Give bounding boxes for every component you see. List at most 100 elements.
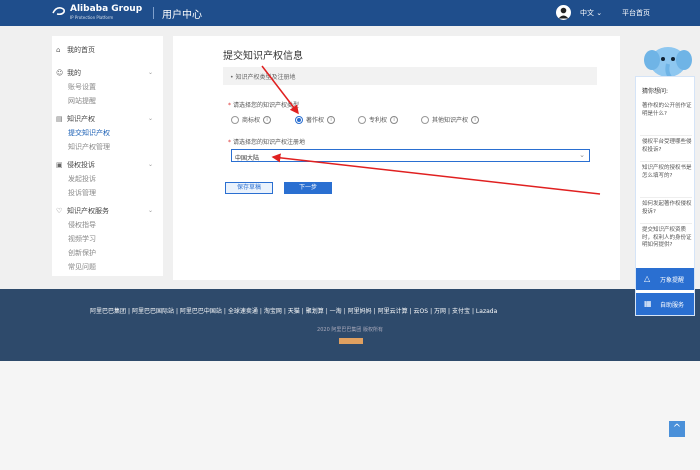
footer-link[interactable]: 聚划算 bbox=[306, 308, 324, 315]
info-icon[interactable]: i bbox=[327, 115, 336, 124]
sidebar-item-submit-ip[interactable]: 提交知识产权 bbox=[68, 128, 110, 138]
radio-button[interactable] bbox=[231, 115, 239, 124]
sidebar-item-infringement-guide[interactable]: 侵权指导 bbox=[68, 220, 96, 230]
sidebar-item-video-learning[interactable]: 视频学习 bbox=[68, 234, 96, 244]
sidebar-section-ip-services[interactable]: ♡ 知识产权服务 bbox=[56, 206, 109, 216]
step-header: • 知识产权类型及注册地 bbox=[223, 67, 597, 85]
footer-link[interactable]: 万网 bbox=[434, 308, 446, 315]
footer-link[interactable]: 阿里巴巴国际站 bbox=[132, 308, 174, 315]
footer-link[interactable]: 云OS bbox=[414, 308, 429, 315]
footer: 阿里巴巴集团 | 阿里巴巴国际站 | 阿里巴巴中国站 | 全球速卖通 | 淘宝网 | 天猫… bbox=[0, 289, 700, 361]
footer-link[interactable]: 阿里巴巴中国站 bbox=[180, 308, 222, 315]
divider bbox=[640, 161, 692, 162]
self-service-button[interactable]: ▦ 自助服务 bbox=[636, 293, 694, 315]
header-divider bbox=[153, 7, 154, 19]
sidebar-section-label: 知识产权服务 bbox=[67, 207, 109, 215]
alibaba-logo-icon[interactable] bbox=[52, 6, 66, 16]
sidebar-item-faq[interactable]: 常见问题 bbox=[68, 262, 96, 272]
language-dropdown[interactable]: 中文 ⌄ bbox=[580, 8, 602, 18]
radio-label: 著作权 bbox=[306, 117, 325, 124]
home-icon: ⌂ bbox=[56, 46, 61, 54]
save-draft-button[interactable]: 保存草稿 bbox=[225, 182, 273, 194]
help-question[interactable]: 如何发起著作权侵权投诉? bbox=[642, 201, 692, 216]
sidebar-item-account-settings[interactable]: 账号设置 bbox=[68, 82, 96, 92]
radio-patent[interactable]: 专利权 i bbox=[358, 115, 399, 124]
footer-link[interactable]: 阿里妈妈 bbox=[348, 308, 372, 315]
region-question: * 请选择您的知识产权注册地 bbox=[228, 137, 305, 146]
self-service-button-label: 自助服务 bbox=[660, 302, 685, 309]
sidebar-section-complaints[interactable]: ▣ 侵权投诉 bbox=[56, 160, 95, 170]
radio-trademark[interactable]: 商标权 i bbox=[231, 115, 272, 124]
sidebar-item-ip-management[interactable]: 知识产权管理 bbox=[68, 142, 110, 152]
info-icon[interactable]: i bbox=[471, 115, 480, 124]
workbench-link[interactable]: 平台首页 bbox=[622, 8, 650, 18]
top-header: Alibaba Group IP Protection Platform 用户中… bbox=[0, 0, 700, 26]
help-question[interactable]: 著作权的公开创作证明是什么? bbox=[642, 103, 692, 118]
sidebar-section-label: 侵权投诉 bbox=[67, 161, 95, 169]
radio-label: 专利权 bbox=[369, 117, 388, 124]
radio-label: 商标权 bbox=[242, 117, 261, 124]
ip-type-question-text: 请选择您的知识产权类型 bbox=[233, 102, 300, 109]
chevron-down-icon[interactable]: ⌄ bbox=[148, 161, 153, 168]
info-icon[interactable]: i bbox=[390, 115, 399, 124]
page-title: 用户中心 bbox=[162, 10, 202, 21]
footer-link[interactable]: 阿里巴巴集团 bbox=[90, 308, 126, 315]
sidebar-section-mine[interactable]: ☺ 我的 bbox=[56, 68, 81, 78]
footer-link[interactable]: 天猫 bbox=[288, 308, 300, 315]
main-panel: 提交知识产权信息 • 知识产权类型及注册地 * 请选择您的知识产权类型 商标权 i… bbox=[173, 36, 620, 280]
footer-link[interactable]: 全球速卖通 bbox=[228, 308, 258, 315]
footer-link[interactable]: 淘宝网 bbox=[264, 308, 282, 315]
divider bbox=[640, 223, 692, 224]
ip-type-question: * 请选择您的知识产权类型 bbox=[228, 100, 299, 109]
person-icon: ☺ bbox=[56, 69, 64, 77]
required-marker: * bbox=[228, 102, 231, 109]
footer-link[interactable]: Lazada bbox=[476, 308, 497, 315]
help-panel-title: 猜你想问: bbox=[642, 88, 669, 95]
sidebar-item-innovation-protection[interactable]: 创新保护 bbox=[68, 248, 96, 258]
radio-button-selected[interactable] bbox=[295, 115, 303, 124]
footer-link[interactable]: 一淘 bbox=[330, 308, 342, 315]
arrow-up-icon: ^ bbox=[672, 423, 682, 434]
scroll-to-top-button[interactable]: ^ bbox=[669, 421, 685, 437]
radio-label: 其他知识产权 bbox=[432, 117, 469, 124]
avatar[interactable] bbox=[556, 5, 571, 20]
chevron-down-icon[interactable]: ⌄ bbox=[148, 115, 153, 122]
heart-icon: ♡ bbox=[56, 207, 63, 215]
help-panel: 猜你想问: 著作权的公开创作证明是什么? 侵权平台受理哪些侵权投诉? 知识产权的… bbox=[635, 76, 695, 316]
region-question-text: 请选择您的知识产权注册地 bbox=[233, 139, 306, 146]
radio-button[interactable] bbox=[358, 115, 366, 124]
region-select[interactable]: 中国大陆 ⌄ bbox=[231, 149, 590, 162]
chevron-down-icon[interactable]: ⌄ bbox=[148, 69, 153, 76]
sidebar-item-site-reminder[interactable]: 网站提醒 bbox=[68, 96, 96, 106]
elephant-mascot-icon[interactable] bbox=[644, 44, 692, 80]
radio-button[interactable] bbox=[421, 115, 429, 124]
region-select-value: 中国大陆 bbox=[235, 155, 260, 162]
radio-copyright[interactable]: 著作权 i bbox=[295, 115, 336, 124]
logo-subtitle: IP Protection Platform bbox=[70, 15, 114, 20]
sidebar-item-file-complaint[interactable]: 发起投诉 bbox=[68, 174, 96, 184]
sidebar: ⌂ 我的首页 ☺ 我的 ⌄ 账号设置 网站提醒 ▤ 知识产权 ⌄ 提交知识产权 知识产… bbox=[52, 36, 163, 276]
next-step-button[interactable]: 下一步 bbox=[284, 182, 332, 194]
license-badge-icon[interactable] bbox=[339, 338, 363, 344]
sidebar-item-complaint-management[interactable]: 投诉管理 bbox=[68, 188, 96, 198]
help-question[interactable]: 提交知识产权资质时，权利人的身份证明如何提供? bbox=[642, 227, 692, 250]
logo-text[interactable]: Alibaba Group bbox=[70, 4, 142, 14]
bell-icon: △ bbox=[644, 274, 651, 283]
document-icon: ▤ bbox=[56, 115, 63, 123]
footer-links: 阿里巴巴集团 | 阿里巴巴国际站 | 阿里巴巴中国站 | 全球速卖通 | 淘宝网 | 天猫… bbox=[90, 308, 498, 315]
page-bottom bbox=[0, 361, 700, 470]
reminder-button[interactable]: △ 万象提醒 bbox=[636, 268, 694, 290]
chevron-down-icon[interactable]: ⌄ bbox=[579, 151, 585, 159]
footer-link[interactable]: 阿里云计算 bbox=[378, 308, 408, 315]
sidebar-item-home[interactable]: ⌂ 我的首页 bbox=[56, 45, 95, 55]
help-question[interactable]: 知识产权的授权书是怎么填写的? bbox=[642, 165, 692, 180]
chevron-down-icon[interactable]: ⌄ bbox=[148, 207, 153, 214]
reminder-button-label: 万象提醒 bbox=[660, 277, 685, 284]
sidebar-home-label: 我的首页 bbox=[67, 46, 95, 54]
form-title: 提交知识产权信息 bbox=[223, 51, 303, 62]
sidebar-section-ip[interactable]: ▤ 知识产权 bbox=[56, 114, 95, 124]
radio-other-ip[interactable]: 其他知识产权 i bbox=[421, 115, 480, 124]
info-icon[interactable]: i bbox=[263, 115, 272, 124]
help-question[interactable]: 侵权平台受理哪些侵权投诉? bbox=[642, 139, 692, 154]
footer-link[interactable]: 支付宝 bbox=[452, 308, 470, 315]
